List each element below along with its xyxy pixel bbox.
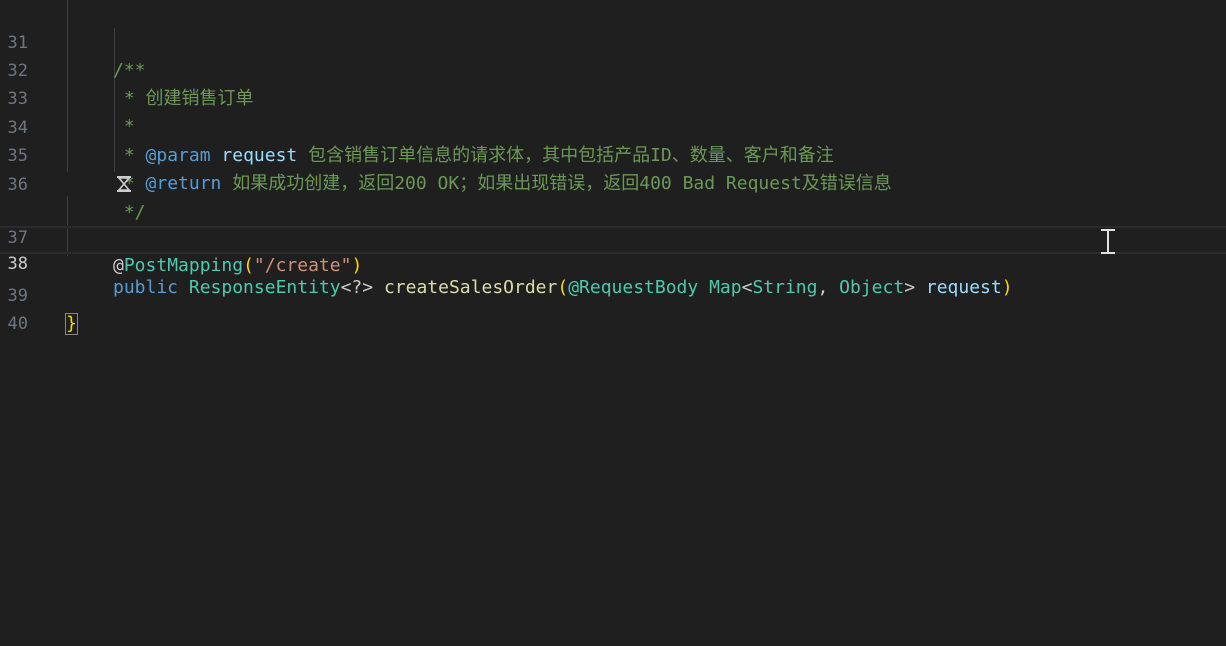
code-line-40[interactable]: 40: [0, 282, 1226, 334]
code-line-38[interactable]: 38 public ResponseEntity<?> createSalesO…: [0, 226, 1226, 298]
code-line-36[interactable]: 36 */: [0, 143, 1226, 223]
doc-comment-return: * @return 如果成功创建，返回200 OK；如果出现错误，返回400 B…: [113, 170, 892, 198]
doc-return-desc: 如果成功创建，返回200 OK；如果出现错误，返回400 Bad Request…: [221, 173, 892, 194]
line-number: 40: [7, 314, 28, 334]
brace-match: }: [65, 313, 78, 335]
code-line-34[interactable]: 34 * @param request 包含销售订单信息的请求体，其中包括产品I…: [0, 86, 1226, 166]
hourglass-icon[interactable]: [116, 175, 132, 193]
code-line-39[interactable]: 39 }: [0, 254, 1226, 335]
text-cursor-icon: [1101, 228, 1115, 256]
line-number: 36: [7, 175, 28, 195]
code-line-32[interactable]: 32 * 创建销售订单: [0, 29, 1226, 109]
closing-brace: }: [65, 310, 78, 338]
code-line-35[interactable]: 35 * @return 如果成功创建，返回200 OK；如果出现错误，返回40…: [0, 114, 1226, 194]
doc-return-tag: @return: [145, 173, 222, 194]
code-line-33[interactable]: 33 *: [0, 57, 1226, 137]
code-editor[interactable]: 31 /** 32 * 创建销售订单 33 * 34 * @param requ…: [0, 0, 1226, 646]
code-line-37[interactable]: 37 @PostMapping("/create"): [0, 196, 1226, 276]
code-line-31[interactable]: 31 /**: [0, 1, 1226, 81]
